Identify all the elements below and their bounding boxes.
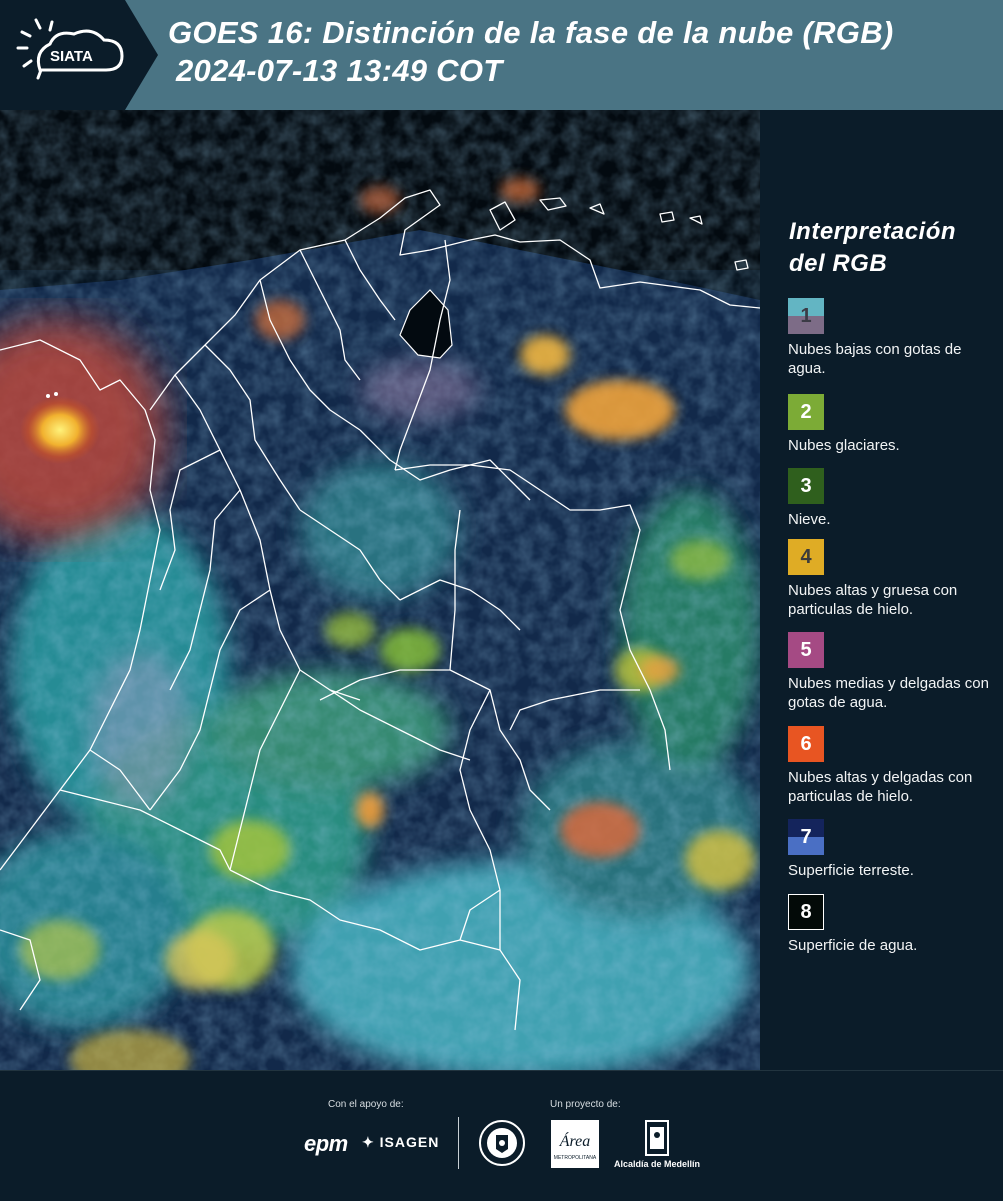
legend-number-1: 1 xyxy=(800,304,812,327)
legend-swatch-2: 2 xyxy=(788,394,824,430)
area-metropolitana-logo: Área METROPOLITANA xyxy=(550,1119,600,1169)
support-label: Con el apoyo de: xyxy=(328,1099,404,1110)
area-logo-subtext: METROPOLITANA xyxy=(554,1155,597,1161)
isagen-icon: ✦ xyxy=(362,1134,380,1150)
legend-number-7: 7 xyxy=(800,825,812,848)
title-line-1: GOES 16: Distinción de la fase de la nub… xyxy=(168,15,894,50)
footer-divider xyxy=(458,1117,459,1169)
isagen-logo: ✦ ISAGEN xyxy=(362,1134,439,1151)
university-seal-icon xyxy=(478,1119,526,1167)
siata-logo: SIATA xyxy=(0,0,160,110)
legend-number-8: 8 xyxy=(800,900,812,923)
legend-title: Interpretación del RGB xyxy=(789,218,957,277)
legend-panel: Interpretación del RGB 1 Nubes bajas con… xyxy=(760,110,1003,1070)
header: SIATA GOES 16: Distinción de la fase de … xyxy=(0,0,1003,110)
alcaldia-label: Alcaldía de Medellín xyxy=(613,1159,701,1169)
legend-swatch-6: 6 xyxy=(788,726,824,762)
legend-item-8: 8 Superficie de agua. xyxy=(788,894,998,955)
legend-number-6: 6 xyxy=(800,732,812,755)
legend-swatch-8: 8 xyxy=(788,894,824,930)
footer: Con el apoyo de: Un proyecto de: epm ✦ I… xyxy=(0,1070,1003,1201)
area-logo-text: Área xyxy=(559,1131,591,1150)
legend-label-7: Superficie terreste. xyxy=(788,862,914,879)
title-line-2: 2024-07-13 13:49 COT xyxy=(176,53,503,88)
epm-logo: epm xyxy=(304,1131,348,1156)
legend-swatch-4: 4 xyxy=(788,539,824,575)
isagen-label: ISAGEN xyxy=(379,1134,440,1150)
siata-logo-text: SIATA xyxy=(50,48,93,65)
satellite-map xyxy=(0,110,760,1070)
legend-label-2: Nubes glaciares. xyxy=(788,437,900,454)
legend-item-2: 2 Nubes glaciares. xyxy=(788,394,998,455)
project-label: Un proyecto de: xyxy=(550,1099,621,1110)
legend-label-6: Nubes altas y delgadas con particulas de… xyxy=(788,769,973,805)
legend-swatch-3: 3 xyxy=(788,468,824,504)
legend-item-5: 5 Nubes medias y delgadas con gotas de a… xyxy=(788,632,998,712)
legend-swatch-1: 1 xyxy=(788,298,824,334)
legend-number-4: 4 xyxy=(800,545,812,568)
legend-label-8: Superficie de agua. xyxy=(788,937,918,954)
legend-swatch-7: 7 xyxy=(788,819,824,855)
legend-number-2: 2 xyxy=(800,400,812,423)
legend-label-3: Nieve. xyxy=(788,511,831,528)
legend-label-5: Nubes medias y delgadas con gotas de agu… xyxy=(788,675,989,711)
legend-item-6: 6 Nubes altas y delgadas con particulas … xyxy=(788,726,998,806)
legend-number-3: 3 xyxy=(800,474,812,497)
legend-item-7: 7 Superficie terreste. xyxy=(788,819,998,880)
legend-label-1: Nubes bajas con gotas de agua. xyxy=(788,341,962,377)
legend-label-4: Nubes altas y gruesa con particulas de h… xyxy=(788,582,958,618)
legend-number-5: 5 xyxy=(800,638,812,661)
legend-item-4: 4 Nubes altas y gruesa con particulas de… xyxy=(788,539,998,619)
legend-item-1: 1 Nubes bajas con gotas de agua. xyxy=(788,298,998,378)
legend-swatch-5: 5 xyxy=(788,632,824,668)
legend-item-3: 3 Nieve. xyxy=(788,468,998,529)
page-title: GOES 16: Distinción de la fase de la nub… xyxy=(168,14,894,90)
